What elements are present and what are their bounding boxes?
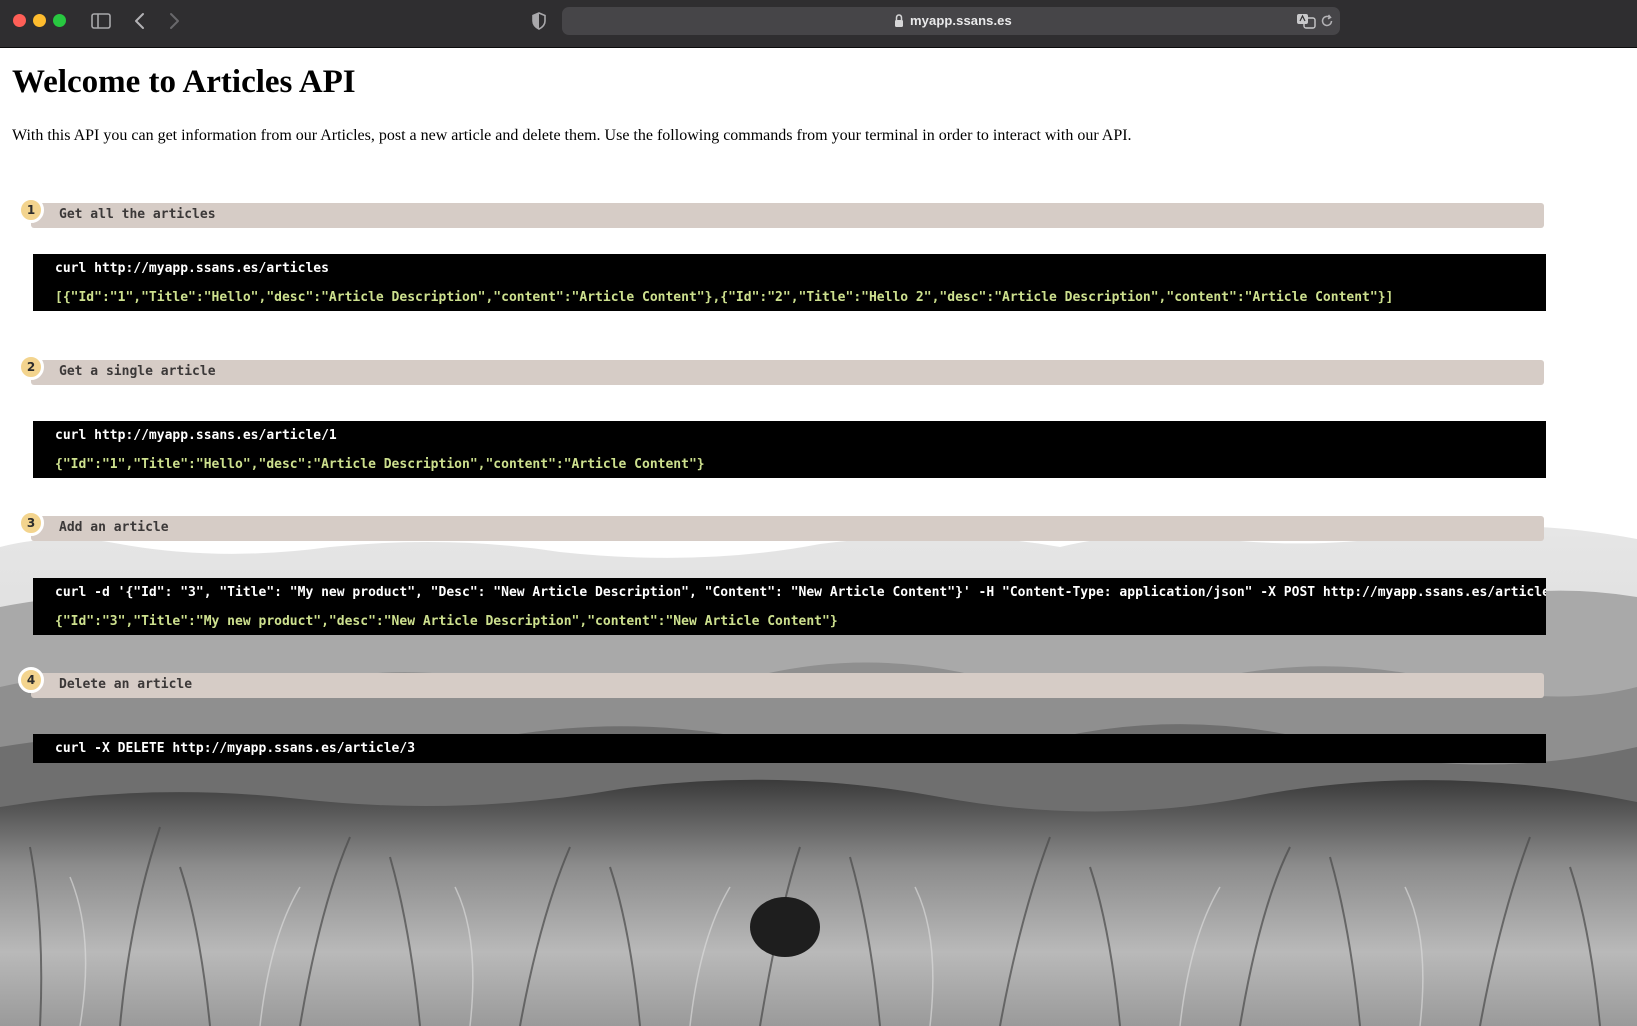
step-number-badge: 1: [18, 197, 44, 223]
page-title: Welcome to Articles API: [12, 64, 356, 100]
step-header-4: Delete an article: [31, 673, 1544, 698]
command-line[interactable]: curl -d '{"Id": "3", "Title": "My new pr…: [55, 585, 1546, 600]
back-icon[interactable]: [132, 10, 148, 32]
forward-icon[interactable]: [166, 10, 182, 32]
command-line[interactable]: curl http://myapp.ssans.es/articles: [55, 261, 329, 276]
step-number-badge: 3: [18, 510, 44, 536]
code-block-4[interactable]: curl -X DELETE http://myapp.ssans.es/art…: [33, 734, 1546, 763]
step-label: Get a single article: [59, 364, 216, 379]
step-label: Add an article: [59, 520, 169, 535]
code-block-2[interactable]: curl http://myapp.ssans.es/article/1 {"I…: [33, 421, 1546, 478]
translate-icon[interactable]: [1296, 13, 1316, 29]
close-window-button[interactable]: [13, 14, 26, 27]
code-block-1[interactable]: curl http://myapp.ssans.es/articles [{"I…: [33, 254, 1546, 311]
web-page: Welcome to Articles API With this API yo…: [0, 47, 1637, 1026]
reload-icon[interactable]: [1320, 14, 1334, 28]
step-number-badge: 4: [18, 667, 44, 693]
zoom-window-button[interactable]: [53, 14, 66, 27]
lock-icon: [895, 14, 903, 27]
command-line[interactable]: curl -X DELETE http://myapp.ssans.es/art…: [55, 741, 415, 756]
address-bar[interactable]: myapp.ssans.es: [562, 7, 1340, 35]
minimize-window-button[interactable]: [33, 14, 46, 27]
shield-icon[interactable]: [530, 10, 548, 32]
url-text: myapp.ssans.es: [910, 13, 1012, 28]
step-header-1: Get all the articles: [31, 203, 1544, 228]
command-line[interactable]: curl http://myapp.ssans.es/article/1: [55, 428, 337, 443]
step-number-badge: 2: [18, 354, 44, 380]
response-line[interactable]: {"Id":"1","Title":"Hello","desc":"Articl…: [55, 457, 705, 472]
response-line[interactable]: {"Id":"3","Title":"My new product","desc…: [55, 614, 838, 629]
browser-toolbar: myapp.ssans.es: [0, 0, 1637, 48]
intro-paragraph: With this API you can get information fr…: [12, 127, 1132, 144]
step-header-2: Get a single article: [31, 360, 1544, 385]
step-label: Delete an article: [59, 677, 193, 692]
code-block-3[interactable]: curl -d '{"Id": "3", "Title": "My new pr…: [33, 578, 1546, 635]
step-header-3: Add an article: [31, 516, 1544, 541]
step-label: Get all the articles: [59, 207, 216, 222]
response-line[interactable]: [{"Id":"1","Title":"Hello","desc":"Artic…: [55, 290, 1393, 305]
sidebar-icon[interactable]: [90, 10, 112, 32]
